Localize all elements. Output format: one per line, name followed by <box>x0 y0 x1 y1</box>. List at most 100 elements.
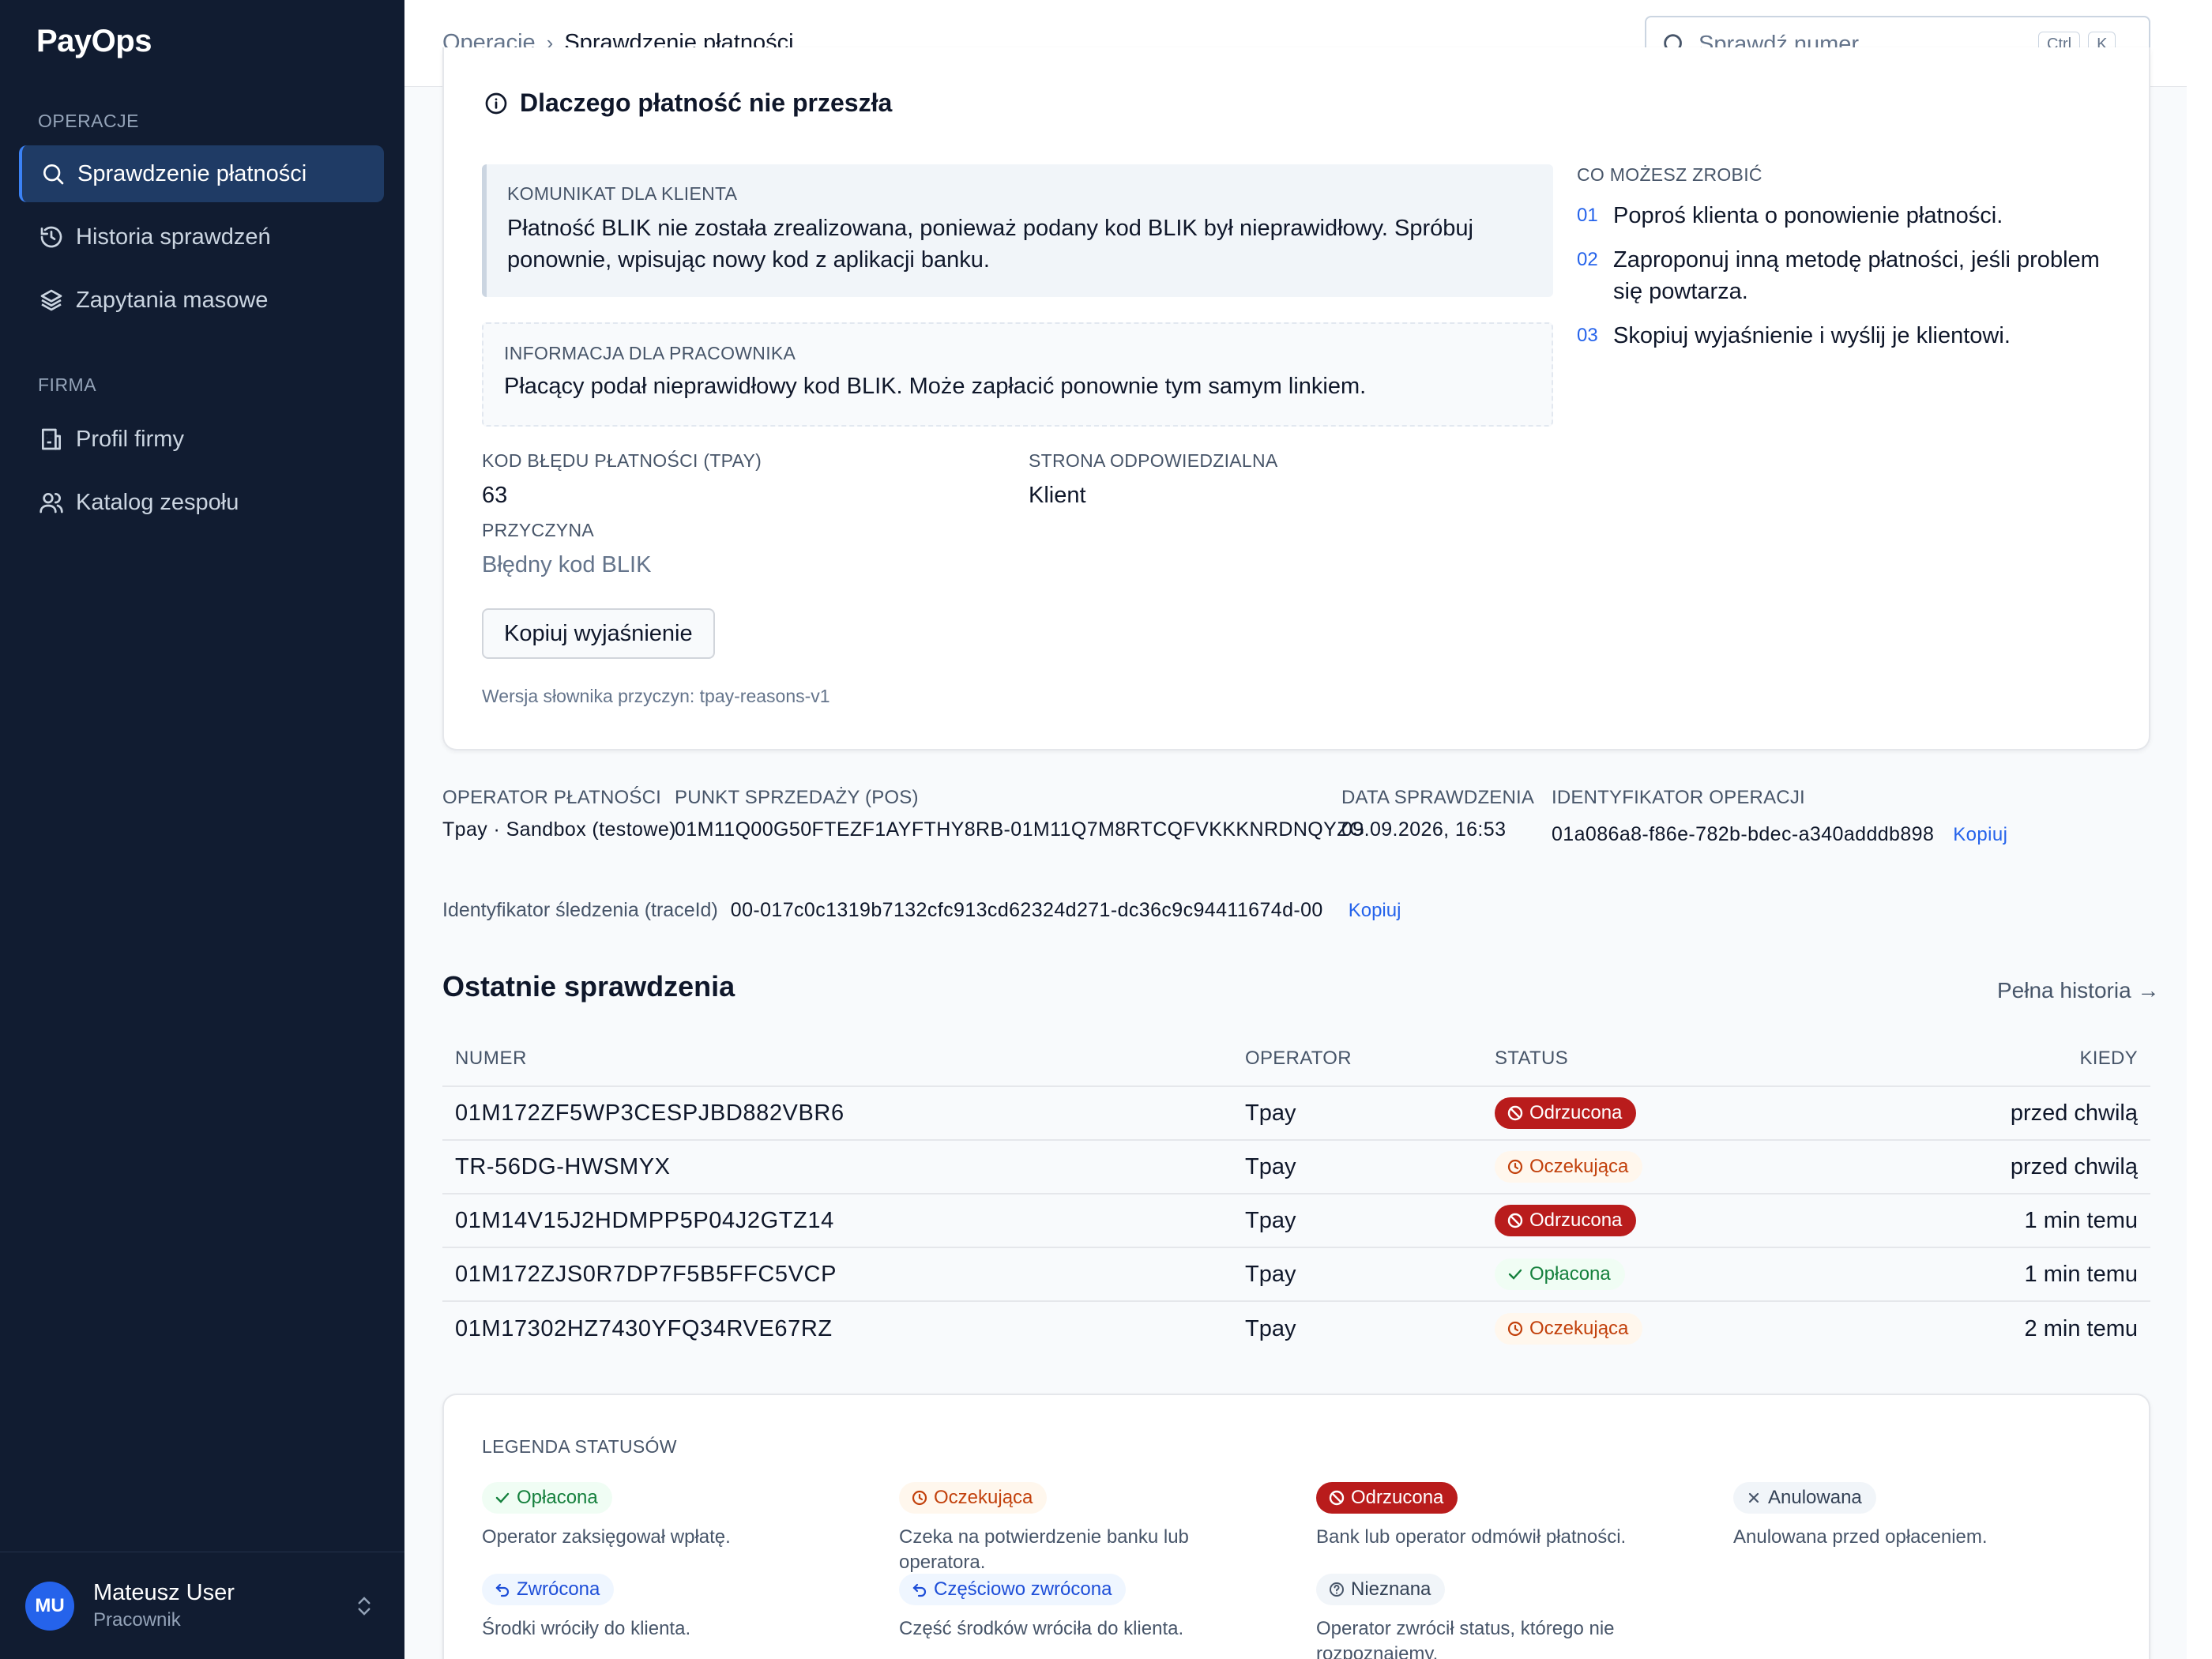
legend-description: Czeka na potwierdzenie banku lub operato… <box>899 1526 1189 1573</box>
client-message-text: Płatność BLIK nie została zrealizowana, … <box>507 216 1473 273</box>
sidebar-item-label: Zapytania masowe <box>76 287 269 313</box>
action-item: 03 Skopiuj wyjaśnienie i wyślij je klien… <box>1577 320 2114 352</box>
user-name: Mateusz User <box>93 1580 235 1605</box>
search-icon <box>40 160 66 187</box>
cause-field: PRZYCZYNA Błędny kod BLIK <box>482 520 651 578</box>
status-badge: Częściowo zwrócona <box>899 1574 1127 1605</box>
cell-when: przed chwilą <box>2010 1153 2138 1179</box>
copy-trace-id-link[interactable]: Kopiuj <box>1349 900 1401 922</box>
status-badge: Odrzucona <box>1495 1205 1637 1236</box>
table-header: NUMER OPERATOR STATUS KIEDY <box>442 1032 2150 1087</box>
sidebar-item-check-history[interactable]: Historia sprawdzeń <box>19 209 384 265</box>
app-logo[interactable]: PayOps <box>36 24 152 59</box>
legend-item-refunded: Zwrócona Środki wróciły do klienta. <box>482 1574 861 1642</box>
cell-number: 01M172ZF5WP3CESPJBD882VBR6 <box>455 1100 845 1126</box>
sidebar: PayOps OPERACJE Sprawdzenie płatności Hi… <box>0 0 404 1659</box>
sidebar-item-bulk-queries[interactable]: Zapytania masowe <box>19 272 384 329</box>
cell-number: 01M14V15J2HDMPP5P04J2GTZ14 <box>455 1207 834 1233</box>
legend-description: Bank lub operator odmówił płatności. <box>1316 1526 1627 1548</box>
sidebar-item-payment-check[interactable]: Sprawdzenie płatności <box>19 145 384 202</box>
status-badge: Oczekująca <box>899 1482 1048 1514</box>
status-badge-label: Częściowo zwrócona <box>934 1578 1112 1600</box>
copy-operation-id-link[interactable]: Kopiuj <box>1953 824 2007 846</box>
status-badge-label: Odrzucona <box>1529 1102 1623 1123</box>
sidebar-item-team-catalog[interactable]: Katalog zespołu <box>19 474 384 531</box>
client-message-label: KOMUNIKAT DLA KLIENTA <box>507 183 738 204</box>
table-row[interactable]: 01M17302HZ7430YFQ34RVE67RZ Tpay Oczekują… <box>442 1302 2150 1356</box>
chevron-up-down-icon[interactable] <box>352 1592 376 1620</box>
error-code-value: 63 <box>482 483 508 508</box>
column-header-when: KIEDY <box>2079 1048 2138 1069</box>
status-badge-label: Nieznana <box>1351 1578 1431 1600</box>
check-icon <box>1508 1269 1522 1280</box>
status-badge: Odrzucona <box>1495 1097 1637 1129</box>
copy-explanation-button[interactable]: Kopiuj wyjaśnienie <box>482 608 715 659</box>
legend-description: Operator zwrócił status, którego nie roz… <box>1316 1618 1615 1659</box>
action-item: 01 Poproś klienta o ponowienie płatności… <box>1577 200 2114 231</box>
status-badge-label: Odrzucona <box>1529 1209 1623 1231</box>
layers-icon <box>38 287 65 314</box>
undo-icon <box>495 1583 510 1597</box>
meta-value: 01a086a8-f86e-782b-bdec-a340adddb898 <box>1552 823 1935 845</box>
meta-label: OPERATOR PŁATNOŚCI <box>442 787 661 808</box>
cell-operator: Tpay <box>1245 1207 1296 1233</box>
responsible-party-field: STRONA ODPOWIEDZIALNA Klient <box>1029 450 1278 509</box>
cell-when: przed chwilą <box>2010 1100 2138 1126</box>
action-item: 02 Zaproponuj inną metodę płatności, jeś… <box>1577 244 2114 307</box>
user-role: Pracownik <box>93 1609 181 1631</box>
column-header-number: NUMER <box>455 1048 527 1069</box>
status-badge-label: Odrzucona <box>1351 1487 1444 1508</box>
status-badge: Anulowana <box>1733 1482 1876 1514</box>
recent-checks-title: Ostatnie sprawdzenia <box>442 970 735 1003</box>
cell-when: 1 min temu <box>2024 1207 2138 1233</box>
recent-checks-table: NUMER OPERATOR STATUS KIEDY 01M172ZF5WP3… <box>442 1032 2150 1356</box>
error-code-field: KOD BŁĘDU PŁATNOŚCI (TPAY) 63 <box>482 450 762 509</box>
table-row[interactable]: 01M14V15J2HDMPP5P04J2GTZ14 Tpay Odrzucon… <box>442 1194 2150 1248</box>
full-history-link[interactable]: Pełna historia → <box>1997 978 2159 1003</box>
status-badge-label: Oczekująca <box>934 1487 1033 1508</box>
status-badge: Nieznana <box>1316 1574 1446 1605</box>
trace-id-value: 00-017c0c1319b7132cfc913cd62324d271-dc36… <box>730 899 1323 921</box>
info-icon <box>485 92 507 114</box>
action-text: Poproś klienta o ponowienie płatności. <box>1613 203 2003 228</box>
legend-title: LEGENDA STATUSÓW <box>482 1436 677 1457</box>
status-badge-label: Anulowana <box>1768 1487 1862 1508</box>
status-badge-label: Opłacona <box>1529 1263 1611 1285</box>
trace-id-row: Identyfikator śledzenia (traceId) 00-017… <box>442 899 1401 922</box>
table-row[interactable]: TR-56DG-HWSMYX Tpay Oczekująca przed chw… <box>442 1141 2150 1194</box>
sidebar-item-company-profile[interactable]: Profil firmy <box>19 411 384 468</box>
responsible-party-value: Klient <box>1029 483 1086 508</box>
clock-icon <box>1507 1321 1523 1337</box>
staff-message-text: Płacący podał nieprawidłowy kod BLIK. Mo… <box>504 374 1367 399</box>
suggested-actions: CO MOŻESZ ZROBIĆ 01 Poproś klienta o pon… <box>1577 164 2114 352</box>
user-menu[interactable]: MU Mateusz User Pracownik <box>0 1552 404 1659</box>
cell-when: 1 min temu <box>2024 1261 2138 1287</box>
cause-value: Błędny kod BLIK <box>482 552 652 577</box>
cell-when: 2 min temu <box>2024 1315 2138 1341</box>
table-row[interactable]: 01M172ZJS0R7DP7F5B5FFC5VCP Tpay Opłacona… <box>442 1248 2150 1302</box>
legend-description: Operator zaksięgował wpłatę. <box>482 1526 731 1548</box>
status-badge: Oczekująca <box>1495 1313 1643 1345</box>
table-row[interactable]: 01M172ZF5WP3CESPJBD882VBR6 Tpay Odrzucon… <box>442 1087 2150 1141</box>
undo-icon <box>912 1583 927 1597</box>
sidebar-item-label: Historia sprawdzeń <box>76 224 271 250</box>
action-number: 03 <box>1577 325 1598 346</box>
history-icon <box>38 224 65 250</box>
check-icon <box>495 1492 510 1503</box>
action-text: Zaproponuj inną metodę płatności, jeśli … <box>1613 247 2100 304</box>
client-message-box: KOMUNIKAT DLA KLIENTA Płatność BLIK nie … <box>482 164 1553 297</box>
legend-item-unknown: Nieznana Operator zwrócił status, któreg… <box>1316 1574 1648 1659</box>
legend-description: Środki wróciły do klienta. <box>482 1618 691 1639</box>
action-text: Skopiuj wyjaśnienie i wyślij je klientow… <box>1613 323 2011 348</box>
sidebar-item-label: Profil firmy <box>76 426 184 452</box>
ban-icon <box>1507 1213 1523 1228</box>
help-icon <box>1330 1582 1344 1597</box>
scrollbar-track[interactable] <box>2187 0 2212 1659</box>
nav-group-label-operations: OPERACJE <box>38 111 139 131</box>
check-date-meta: DATA SPRAWDZENIA 09.09.2026, 16:53 <box>1341 787 1534 841</box>
meta-value: 09.09.2026, 16:53 <box>1341 818 1507 841</box>
legend-description: Anulowana przed opłaceniem. <box>1733 1526 1988 1548</box>
column-header-operator: OPERATOR <box>1245 1048 1352 1069</box>
staff-message-box: INFORMACJA DLA PRACOWNIKA Płacący podał … <box>482 322 1553 427</box>
responsible-party-label: STRONA ODPOWIEDZIALNA <box>1029 450 1278 471</box>
